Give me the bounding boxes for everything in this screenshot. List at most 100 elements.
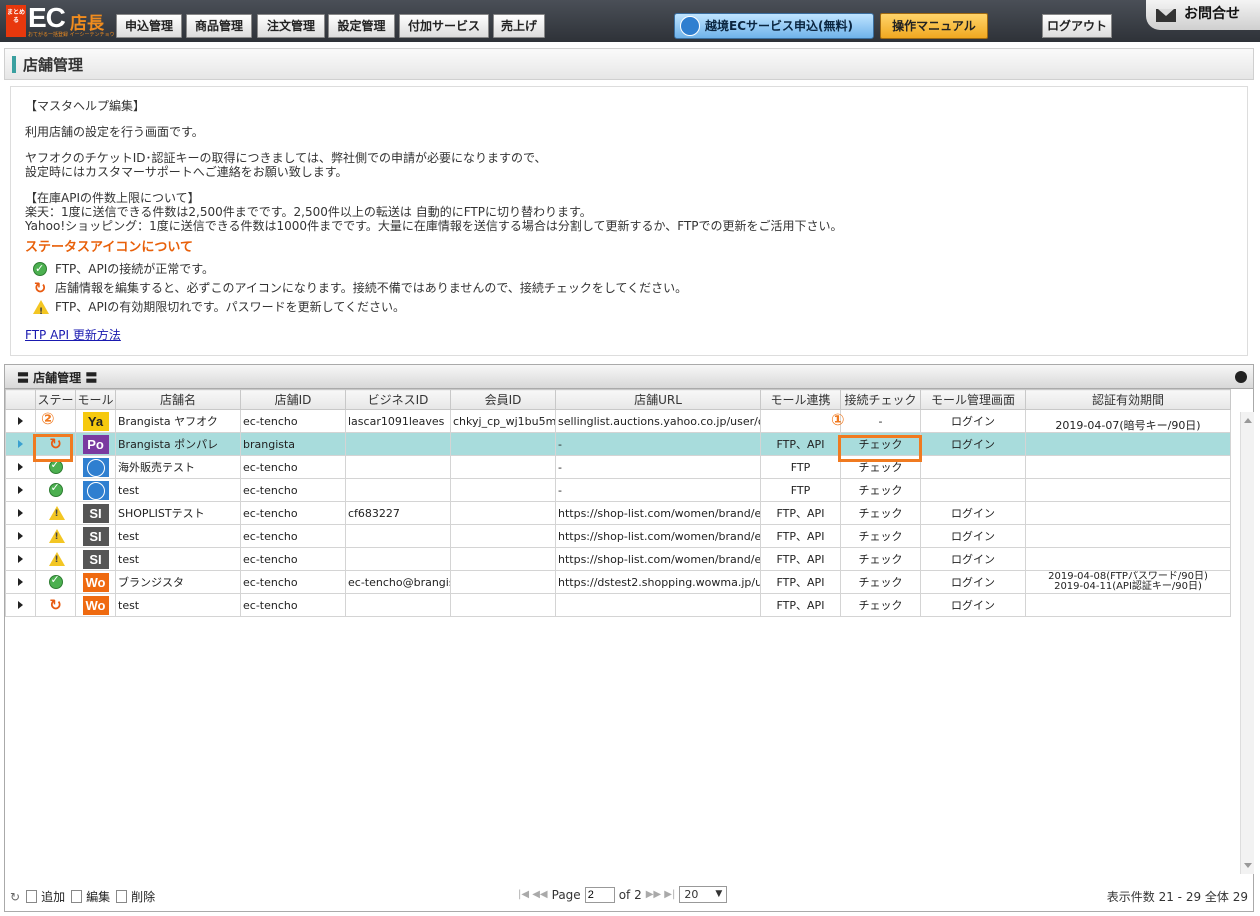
mall-cell <box>75 478 116 502</box>
nav-settings[interactable]: 設定管理 <box>328 14 395 38</box>
row-expander[interactable] <box>5 478 36 502</box>
status-cell <box>35 570 76 594</box>
mall-admin-login[interactable] <box>920 455 1026 479</box>
expand-arrow-icon[interactable] <box>18 485 23 494</box>
table-row[interactable]: SI testec-tencho https://shop-list.com/wom… <box>5 524 1231 548</box>
manual-button[interactable]: 操作マニュアル <box>880 13 988 39</box>
scroll-down-icon[interactable] <box>1244 863 1252 868</box>
cross-border-button[interactable]: 越境ECサービス申込(無料) <box>674 13 874 39</box>
column-header[interactable]: ステー <box>35 389 76 410</box>
auth-period <box>1025 478 1231 502</box>
expand-arrow-icon[interactable] <box>18 439 23 448</box>
store-url: sellinglist.auctions.yahoo.co.jp/user/ch… <box>555 409 761 433</box>
logout-button[interactable]: ログアウト <box>1042 14 1112 38</box>
table-row[interactable]: testec-tencho -FTPチェック <box>5 478 1231 502</box>
column-header[interactable]: 店舗ID <box>240 389 346 410</box>
expand-arrow-icon[interactable] <box>18 531 23 540</box>
mall-badge-icon: Ya <box>82 411 109 431</box>
member-id <box>450 547 556 571</box>
ftp-api-update-link[interactable]: FTP API 更新方法 <box>25 328 121 342</box>
column-header[interactable]: 店舗URL <box>555 389 761 410</box>
column-header[interactable]: モール連携 <box>760 389 841 410</box>
row-expander[interactable] <box>5 524 36 548</box>
mall-admin-login[interactable]: ログイン <box>920 432 1026 456</box>
table-row[interactable]: Ya Brangista ヤフオク ec-tencho lascar1091leave… <box>5 409 1231 433</box>
table-row[interactable]: SI SHOPLISTテストec-tenchocf683227 https://sh… <box>5 501 1231 525</box>
mall-admin-login[interactable] <box>920 478 1026 502</box>
expand-arrow-icon[interactable] <box>18 508 23 517</box>
row-expander[interactable] <box>5 501 36 525</box>
nav-orders[interactable]: 注文管理 <box>257 14 325 38</box>
logo[interactable]: まとめる EC 店長 おてがる一括登録 イーシーテンチョウ <box>6 2 115 38</box>
collapse-icon[interactable] <box>1235 371 1247 383</box>
nav-sales[interactable]: 売上げ <box>493 14 545 38</box>
business-id <box>345 478 451 502</box>
column-header[interactable]: 会員ID <box>450 389 556 410</box>
store-name: test <box>115 478 241 502</box>
next-page-icon[interactable]: ▶▶ ▶| <box>646 889 676 900</box>
edit-button[interactable]: 編集 <box>86 888 110 905</box>
mall-badge-icon: Wo <box>82 595 109 615</box>
column-header[interactable]: モール <box>75 389 116 410</box>
nav-products[interactable]: 商品管理 <box>186 14 252 38</box>
mall-admin-login[interactable]: ログイン <box>920 409 1026 433</box>
connection-check-button[interactable]: チェック <box>840 501 921 525</box>
scroll-up-icon[interactable] <box>1244 418 1252 423</box>
edit-icon <box>71 890 83 903</box>
table-row[interactable]: 海外販売テストec-tencho-FTPチェック <box>5 455 1231 479</box>
delete-button[interactable]: 削除 <box>131 888 155 905</box>
member-id <box>450 593 556 617</box>
connection-check-button[interactable]: チェック <box>840 570 921 594</box>
grid-scrollbar[interactable] <box>1240 412 1254 874</box>
row-expander[interactable] <box>5 455 36 479</box>
row-expander[interactable] <box>5 547 36 571</box>
globe-icon <box>680 16 700 36</box>
row-expander[interactable] <box>5 432 36 456</box>
connection-check-button[interactable]: チェック <box>840 547 921 571</box>
page-input[interactable] <box>584 886 615 903</box>
mall-admin-login[interactable]: ログイン <box>920 547 1026 571</box>
row-expander[interactable] <box>5 570 36 594</box>
row-expander[interactable] <box>5 409 36 433</box>
connection-check-button[interactable]: チェック <box>840 478 921 502</box>
table-row[interactable]: ↻ Po Brangista ポンパレ brangista - FTP、API チェック ログ… <box>5 432 1231 456</box>
first-page-icon[interactable]: |◀ ◀◀ <box>518 889 548 900</box>
mall-admin-login[interactable]: ログイン <box>920 501 1026 525</box>
column-header[interactable]: ビジネスID <box>345 389 451 410</box>
member-id <box>450 501 556 525</box>
row-expander[interactable] <box>5 593 36 617</box>
store-id: ec-tencho <box>240 524 346 548</box>
expand-arrow-icon[interactable] <box>18 600 23 609</box>
expand-arrow-icon[interactable] <box>18 462 23 471</box>
connection-check-button[interactable]: チェック <box>840 524 921 548</box>
mall-cell: SI <box>75 547 116 571</box>
table-row[interactable]: ↻ Wo test ec-tencho FTP、API チェック ログイン <box>5 593 1231 617</box>
mall-admin-login[interactable]: ログイン <box>920 524 1026 548</box>
auth-period: 2019-04-07(暗号キー/90日) <box>1025 409 1231 433</box>
add-button[interactable]: 追加 <box>41 888 65 905</box>
envelope-icon <box>1156 9 1176 22</box>
business-id <box>345 524 451 548</box>
column-header[interactable]: 店舗名 <box>115 389 241 410</box>
mall-admin-login[interactable]: ログイン <box>920 593 1026 617</box>
connection-check-button[interactable]: チェック <box>840 593 921 617</box>
column-header[interactable]: 認証有効期間 <box>1025 389 1231 410</box>
table-row[interactable]: Wo ブランジスタec-tenchoec-tencho@brangista http… <box>5 570 1231 594</box>
column-header[interactable]: 接続チェック <box>840 389 921 410</box>
nav-addons[interactable]: 付加サービス <box>399 14 489 38</box>
mall-admin-login[interactable]: ログイン <box>920 570 1026 594</box>
expand-arrow-icon[interactable] <box>18 577 23 586</box>
refresh-icon[interactable]: ↻ <box>10 890 20 904</box>
store-url: https://dstest2.shopping.wowma.jp/user. <box>555 570 761 594</box>
nav-apply[interactable]: 申込管理 <box>116 14 182 38</box>
column-header[interactable] <box>5 389 36 410</box>
warning-icon <box>48 529 65 543</box>
status-ok-text: FTP、APIの接続が正常です。 <box>55 261 215 276</box>
expand-arrow-icon[interactable] <box>18 554 23 563</box>
column-header[interactable]: モール管理画面 <box>920 389 1026 410</box>
per-page-select[interactable]: 20 <box>679 886 728 903</box>
connection-check-button[interactable]: - <box>840 409 921 433</box>
contact-button[interactable]: お問合せ <box>1146 0 1260 30</box>
expand-arrow-icon[interactable] <box>18 416 23 425</box>
table-row[interactable]: SI testec-tencho https://shop-list.com/wom… <box>5 547 1231 571</box>
